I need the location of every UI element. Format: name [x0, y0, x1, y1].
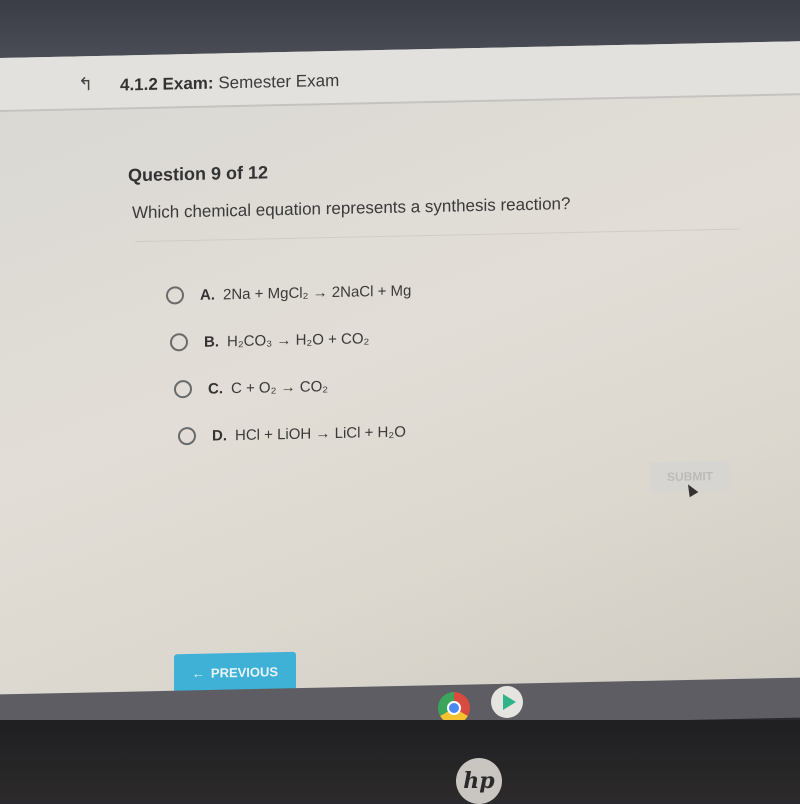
option-letter: C.	[208, 379, 223, 398]
previous-button[interactable]: ← PREVIOUS	[174, 651, 296, 693]
question-counter: Question 9 of 12	[128, 162, 269, 186]
previous-label: PREVIOUS	[210, 663, 279, 681]
exam-title: 4.1.2 Exam: Semester Exam	[120, 70, 340, 95]
option-a[interactable]: A. 2Na + MgCl₂ → 2NaCl + Mg	[166, 281, 412, 305]
option-letter: D.	[212, 426, 227, 445]
arrow-left-icon: ←	[191, 665, 205, 681]
option-equation: HCl + LiOH → LiCl + H₂O	[235, 422, 406, 444]
question-prompt: Which chemical equation represents a syn…	[132, 194, 571, 223]
divider	[135, 228, 740, 243]
radio-button[interactable]	[178, 426, 196, 446]
option-letter: B.	[204, 332, 219, 351]
back-arrow-icon[interactable]: ↰	[78, 74, 100, 94]
radio-button[interactable]	[166, 286, 184, 305]
radio-button[interactable]	[174, 379, 192, 399]
option-d[interactable]: D. HCl + LiOH → LiCl + H₂O	[178, 422, 406, 446]
option-b[interactable]: B. H₂CO₃ → H₂O + CO₂	[170, 329, 370, 352]
hp-logo: hp	[456, 758, 502, 804]
radio-button[interactable]	[170, 333, 188, 352]
play-store-icon[interactable]	[491, 686, 523, 718]
option-letter: A.	[200, 285, 215, 304]
option-equation: C + O₂ → CO₂	[231, 377, 329, 397]
option-equation: 2Na + MgCl₂ → 2NaCl + Mg	[223, 281, 412, 303]
option-c[interactable]: C. C + O₂ → CO₂	[174, 377, 329, 399]
monitor-bezel-bottom	[0, 720, 800, 800]
option-equation: H₂CO₃ → H₂O + CO₂	[227, 329, 370, 350]
exam-screen: ↰ 4.1.2 Exam: Semester Exam Question 9 o…	[0, 41, 800, 719]
